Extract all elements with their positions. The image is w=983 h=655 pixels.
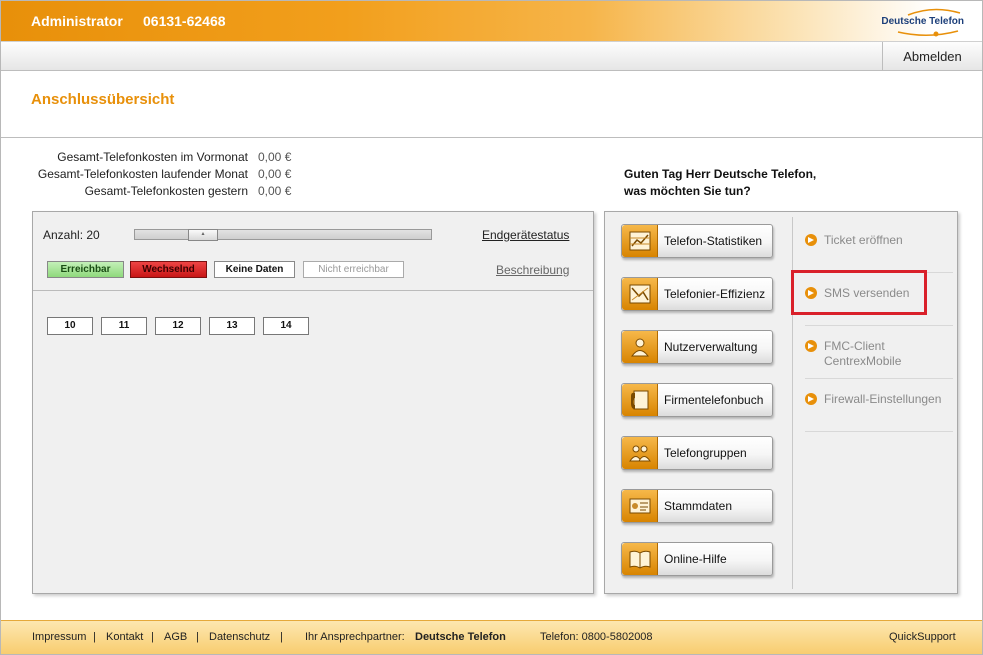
kontakt-link[interactable]: Kontakt [106,631,143,643]
telefongruppen-button[interactable]: Telefongruppen [621,436,773,470]
online-hilfe-button[interactable]: Online-Hilfe [621,542,773,576]
efficiency-icon [622,278,658,310]
device-count-label: Anzahl: 20 [43,228,100,242]
fmc-line-1: FMC-Client [824,339,885,353]
sub-toolbar: Abmelden [1,41,982,71]
agb-link[interactable]: AGB [164,631,187,643]
user-name: Administrator [31,13,123,29]
arrow-right-icon [805,234,817,246]
port-box[interactable]: 10 [47,317,93,335]
fmc-line-2: CentrexMobile [824,354,902,368]
port-box[interactable]: 14 [263,317,309,335]
legend-changing[interactable]: Wechselnd [130,261,207,278]
cost-summary: Gesamt-Telefonkosten im Vormonat 0,00 € … [20,150,310,201]
arrow-right-icon [805,393,817,405]
side-separator [805,325,953,326]
greeting: Guten Tag Herr Deutsche Telefon, was möc… [624,166,816,200]
menu-label: Firmentelefonbuch [664,393,764,407]
cost-row-current-month: Gesamt-Telefonkosten laufender Monat 0,0… [20,167,310,184]
port-box[interactable]: 11 [101,317,147,335]
footer-bar: Impressum | Kontakt | AGB | Datenschutz … [1,620,982,654]
impressum-link[interactable]: Impressum [32,631,86,643]
menu-label: Telefonier-Effizienz [664,287,766,301]
user-admin-icon [622,331,658,363]
greeting-line-1: Guten Tag Herr Deutsche Telefon, [624,167,817,181]
brand-logo: Deutsche Telefon [878,7,968,37]
cost-value: 0,00 € [258,167,292,181]
side-separator [805,378,953,379]
cost-value: 0,00 € [258,150,292,164]
telefon-statistiken-button[interactable]: Telefon-Statistiken [621,224,773,258]
menu-label: Online-Hilfe [664,552,727,566]
side-separator [805,431,953,432]
sms-highlight-box [791,270,927,315]
legend-unreachable[interactable]: Nicht erreichbar [303,261,404,278]
phonebook-icon [622,384,658,416]
telefonier-effizienz-button[interactable]: Telefonier-Effizienz [621,277,773,311]
footer-separator: | [151,631,154,643]
greeting-line-2: was möchten Sie tun? [624,184,751,198]
cost-label: Gesamt-Telefonkosten laufender Monat [37,167,248,181]
stammdaten-button[interactable]: Stammdaten [621,489,773,523]
support-phone: Telefon: 0800-5802008 [540,631,653,643]
side-link-label: Ticket eröffnen [824,233,903,247]
device-status-link[interactable]: Endgerätestatus [482,228,569,242]
device-status-panel: Anzahl: 20 ▴ Endgerätestatus Erreichbar … [32,211,594,594]
side-link-label: Firewall-Einstellungen [824,392,942,406]
cost-label: Gesamt-Telefonkosten im Vormonat [57,150,248,164]
menu-label: Telefongruppen [664,446,747,460]
cost-label: Gesamt-Telefonkosten gestern [84,184,248,198]
side-link-label: FMC-Client CentrexMobile [824,339,901,369]
legend-reachable[interactable]: Erreichbar [47,261,124,278]
menu-label: Stammdaten [664,499,733,513]
quicksupport-link[interactable]: QuickSupport [889,631,956,643]
cost-row-yesterday: Gesamt-Telefonkosten gestern 0,00 € [20,184,310,201]
action-panel: Telefon-Statistiken Telefonier-Effizienz… [604,211,958,594]
legend-no-data[interactable]: Keine Daten [214,261,295,278]
master-data-icon [622,490,658,522]
statistics-icon [622,225,658,257]
header-bar: Administrator 06131-62468 Deutsche Telef… [1,1,982,41]
partner-label: Ihr Ansprechpartner: [305,631,405,643]
help-book-icon [622,543,658,575]
device-count-slider[interactable]: ▴ [134,229,432,241]
description-link[interactable]: Beschreibung [496,263,569,277]
port-box[interactable]: 12 [155,317,201,335]
firmentelefonbuch-button[interactable]: Firmentelefonbuch [621,383,773,417]
menu-label: Nutzerverwaltung [664,340,758,354]
footer-separator: | [93,631,96,643]
user-phone: 06131-62468 [143,13,226,29]
panel-divider [33,290,593,291]
port-box[interactable]: 13 [209,317,255,335]
page-title: Anschlussübersicht [31,91,175,108]
groups-icon [622,437,658,469]
cost-value: 0,00 € [258,184,292,198]
title-bar: Anschlussübersicht [1,72,982,138]
nutzerverwaltung-button[interactable]: Nutzerverwaltung [621,330,773,364]
logo-text: Deutsche Telefon [881,16,964,27]
cost-row-previous-month: Gesamt-Telefonkosten im Vormonat 0,00 € [20,150,310,167]
datenschutz-link[interactable]: Datenschutz [209,631,270,643]
logout-button[interactable]: Abmelden [882,42,982,71]
partner-name: Deutsche Telefon [415,631,506,643]
arrow-right-icon [805,340,817,352]
slider-handle[interactable]: ▴ [188,229,218,241]
footer-separator: | [280,631,283,643]
footer-separator: | [196,631,199,643]
menu-label: Telefon-Statistiken [664,234,763,248]
